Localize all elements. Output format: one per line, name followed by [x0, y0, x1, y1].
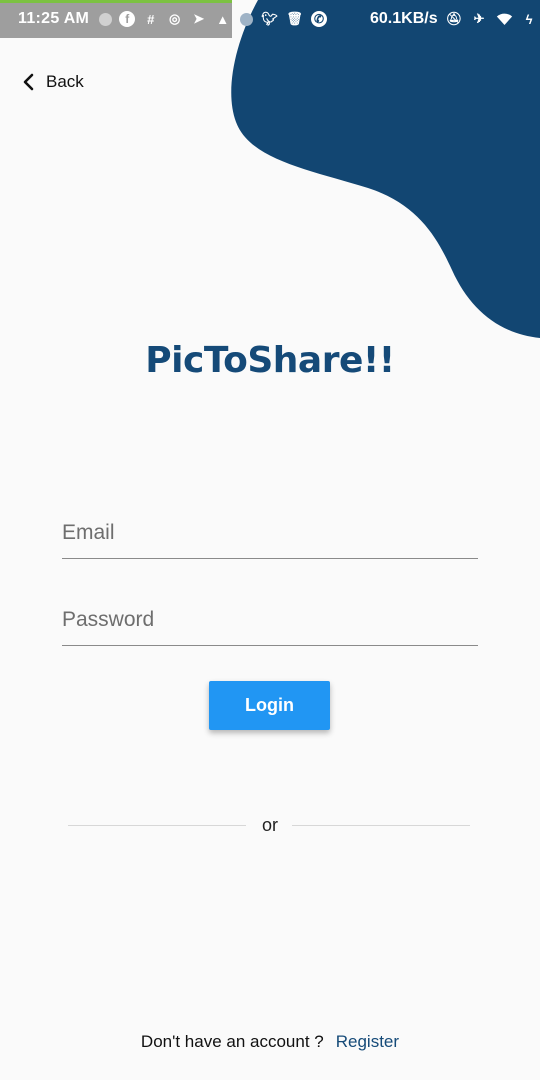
login-button[interactable]: Login [209, 681, 330, 730]
network-speed: 60.1KB/s [370, 10, 438, 27]
email-field[interactable] [62, 508, 478, 558]
airplane-icon: ✈ [473, 11, 485, 26]
telegram-icon: ➤ [193, 11, 205, 26]
status-progress-line [0, 0, 232, 3]
whatsapp-icon: ✆ [311, 11, 327, 27]
instagram-icon: ◎ [169, 11, 181, 26]
facebook-icon: f [119, 11, 136, 27]
register-link[interactable]: Register [336, 1032, 399, 1051]
password-field-container [62, 595, 478, 646]
status-bar: 11:25 AM f # ◎ ➤ ▲ 🐦︎ 🗑︎ ✆ 60.1KB/s 🔕︎ ✈… [0, 0, 540, 38]
trash-icon: 🗑︎ [286, 11, 303, 26]
wifi-icon [496, 11, 513, 28]
bell-off-icon: 🔕︎ [445, 11, 463, 26]
divider-right [292, 825, 470, 826]
header-blob-shape [231, 0, 540, 338]
no-account-text: Don't have an account ? [140, 1032, 324, 1051]
password-field[interactable] [62, 595, 478, 645]
back-label: Back [46, 72, 84, 91]
chevron-left-icon [23, 73, 34, 91]
slack-icon: # [147, 11, 155, 27]
charging-icon: ϟ [525, 11, 533, 27]
circle-icon [240, 12, 253, 26]
email-field-container [62, 508, 478, 559]
status-bar-left: 11:25 AM f # ◎ ➤ ▲ [0, 0, 232, 38]
circle-icon [99, 12, 113, 26]
app-title: PicToShare!! [145, 340, 395, 381]
twitter-icon: 🐦︎ [261, 11, 278, 26]
status-time: 11:25 AM [18, 10, 90, 27]
alert-icon: ▲ [216, 11, 230, 27]
back-button[interactable]: Back [20, 72, 84, 92]
register-prompt: Don't have an account ? Register [0, 1032, 540, 1052]
